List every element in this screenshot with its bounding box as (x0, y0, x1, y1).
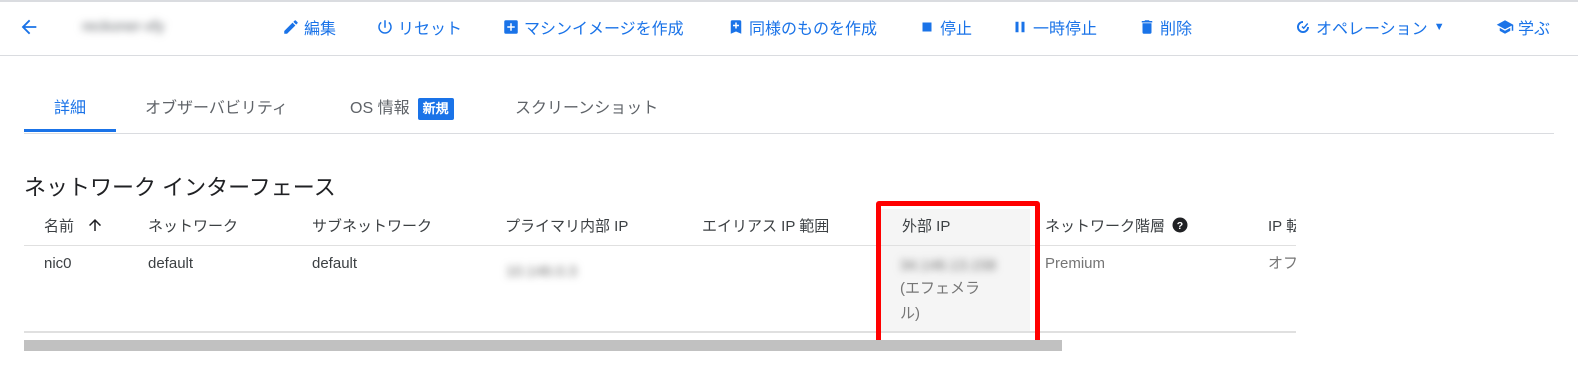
tab-os-info[interactable]: OS 情報 新規 (350, 88, 454, 133)
network-interfaces-table: 名前 ネットワーク サブネットワーク プライマリ内部 IP エイリアス IP 範… (24, 209, 1296, 333)
reset-button[interactable]: リセット (376, 15, 462, 39)
learn-button[interactable]: 学ぶ (1496, 15, 1550, 39)
col-header-network[interactable]: ネットワーク (148, 209, 238, 245)
pencil-icon (284, 20, 298, 34)
cell-subnetwork[interactable]: default (312, 251, 357, 277)
reset-label: リセット (398, 21, 463, 38)
operations-label: オペレーション (1316, 21, 1428, 38)
create-similar-button[interactable]: 同様のものを作成 (727, 15, 877, 39)
cell-ip-forwarding: オフ (1268, 255, 1296, 272)
tab-details-label: 詳細 (54, 100, 87, 117)
school-icon (1496, 20, 1514, 34)
cell-name: nic0 (44, 255, 72, 272)
stop-label: 停止 (940, 21, 973, 38)
pause-icon (1015, 21, 1025, 33)
arrow-up-icon (89, 219, 102, 231)
operations-dropdown[interactable]: オペレーション ▼ (1294, 15, 1445, 39)
top-toolbar: reckoner-xfy 編集 リセット マシンイメージを作成 同様のものを作成… (0, 0, 1578, 56)
col-header-primary-ip[interactable]: プライマリ内部 IP (505, 209, 628, 245)
col-header-subnetwork[interactable]: サブネットワーク (312, 209, 432, 245)
row-divider (24, 331, 1296, 333)
trash-icon (1141, 20, 1153, 34)
col-header-network-tier-label: ネットワーク階層 (1045, 218, 1166, 235)
tab-screenshot-label: スクリーンショット (515, 100, 659, 117)
cell-network-tier: Premium (1045, 255, 1106, 272)
stop-button[interactable]: 停止 (918, 15, 972, 39)
edit-label: 編集 (304, 21, 337, 38)
add-box-icon (504, 20, 518, 34)
back-button[interactable] (16, 14, 42, 40)
operations-icon (1297, 21, 1309, 33)
new-badge: 新規 (417, 97, 454, 120)
col-header-network-tier[interactable]: ネットワーク階層 ? (1045, 209, 1189, 245)
tab-observability[interactable]: オブザーバビリティ (145, 88, 288, 133)
detail-tabs: 詳細 オブザーバビリティ OS 情報 新規 スクリーンショット (24, 88, 1554, 134)
col-header-alias-ip[interactable]: エイリアス IP 範囲 (702, 209, 829, 245)
tab-details[interactable]: 詳細 (54, 88, 86, 133)
create-similar-label: 同様のものを作成 (749, 21, 878, 38)
instance-name: reckoner-xfy (82, 18, 165, 35)
col-header-name[interactable]: 名前 (44, 209, 104, 245)
col-header-name-label: 名前 (44, 218, 75, 235)
bookmark-add-icon (730, 20, 742, 34)
learn-label: 学ぶ (1518, 21, 1551, 38)
col-header-ip-forwarding[interactable]: IP 転 (1268, 209, 1296, 245)
stop-icon (922, 22, 932, 32)
suspend-label: 一時停止 (1033, 21, 1098, 38)
table-header: 名前 ネットワーク サブネットワーク プライマリ内部 IP エイリアス IP 範… (24, 209, 1296, 246)
cell-primary-ip: 10.146.0.3 (506, 263, 577, 280)
help-icon[interactable]: ? (1171, 216, 1189, 234)
chevron-down-icon: ▼ (1433, 21, 1445, 33)
tab-os-info-label: OS 情報 (350, 100, 410, 117)
create-machine-image-label: マシンイメージを作成 (524, 21, 684, 38)
edit-button[interactable]: 編集 (282, 15, 336, 39)
power-icon (378, 20, 392, 34)
cell-network[interactable]: default (148, 251, 193, 277)
svg-text:?: ? (1177, 220, 1183, 232)
active-tab-indicator (24, 129, 116, 132)
tab-screenshot[interactable]: スクリーンショット (515, 88, 658, 133)
tab-observability-label: オブザーバビリティ (145, 100, 288, 117)
horizontal-scrollbar[interactable] (24, 340, 1062, 351)
suspend-button[interactable]: 一時停止 (1011, 15, 1097, 39)
section-title: ネットワーク インターフェース (24, 175, 336, 200)
external-ip-highlight-box (876, 201, 1040, 346)
delete-button[interactable]: 削除 (1138, 15, 1192, 39)
delete-label: 削除 (1160, 21, 1193, 38)
arrow-back-icon (21, 19, 37, 35)
create-machine-image-button[interactable]: マシンイメージを作成 (502, 15, 684, 39)
